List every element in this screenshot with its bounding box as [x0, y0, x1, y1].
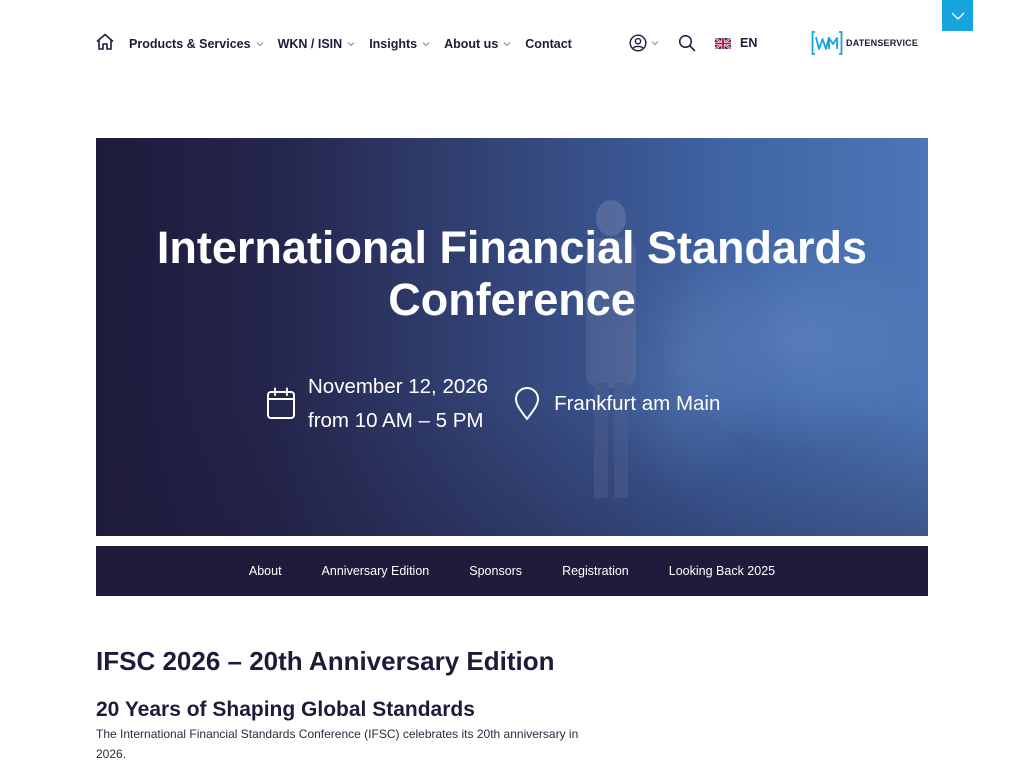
language-label: EN: [740, 36, 758, 50]
chevron-down-icon: [422, 42, 430, 47]
uk-flag-icon: [715, 37, 731, 49]
company-logo[interactable]: DATENSERVICE: [811, 30, 918, 56]
chevron-down-icon: [651, 41, 659, 46]
subnav-item-looking-back-2025[interactable]: Looking Back 2025: [669, 564, 775, 578]
nav-item-label: Contact: [525, 37, 572, 51]
scroll-down-button[interactable]: [942, 0, 973, 31]
hero-background-overlay: [96, 138, 928, 536]
chevron-down-icon: [256, 42, 263, 47]
nav-item-about-us[interactable]: About us: [444, 37, 511, 51]
hero-banner: International Financial Standards Confer…: [96, 138, 928, 536]
hero-title-line-1: International Financial Standards: [156, 222, 868, 273]
chevron-down-icon: [503, 42, 511, 47]
intro-paragraph: The International Financial Standards Co…: [96, 727, 579, 761]
language-switcher[interactable]: EN: [715, 36, 757, 50]
user-icon: [629, 34, 647, 52]
location-pin-icon: [515, 387, 540, 420]
home-icon[interactable]: [95, 32, 115, 52]
account-menu[interactable]: [629, 34, 659, 52]
nav-item-label: WKN / ISIN: [277, 37, 343, 51]
subnav-item-anniversary-edition[interactable]: Anniversary Edition: [322, 564, 430, 578]
event-date-block: November 12, 2026 from 10 AM – 5 PM: [308, 370, 488, 438]
nav-item-products-services[interactable]: Products & Services: [129, 37, 264, 51]
subnav-item-sponsors[interactable]: Sponsors: [469, 564, 522, 578]
section-subheading: 20 Years of Shaping Global Standards: [96, 698, 475, 721]
event-details: November 12, 2026 from 10 AM – 5 PM Fran…: [266, 370, 720, 438]
chevron-down-icon: [347, 42, 355, 47]
wm-logo-mark: [811, 31, 843, 55]
logo-text: DATENSERVICE: [846, 38, 919, 48]
event-subnav: About Anniversary Edition Sponsors Regis…: [96, 546, 928, 596]
hero-title-line-2: Conference: [388, 274, 636, 325]
nav-item-label: Insights: [369, 37, 418, 51]
calendar-icon: [267, 387, 295, 419]
search-icon[interactable]: [678, 34, 696, 52]
event-time: from 10 AM – 5 PM: [308, 409, 484, 432]
nav-item-contact[interactable]: Contact: [525, 37, 572, 51]
nav-item-insights[interactable]: Insights: [369, 37, 430, 51]
section-heading: IFSC 2026 – 20th Anniversary Edition: [96, 646, 555, 676]
top-navigation: Products & Services WKN / ISIN Insights …: [0, 0, 1024, 88]
chevron-down-icon: [951, 12, 964, 20]
subnav-item-registration[interactable]: Registration: [562, 564, 629, 578]
subnav-item-about[interactable]: About: [249, 564, 282, 578]
nav-item-label: Products & Services: [129, 37, 251, 51]
hero-title: International Financial Standards Confer…: [96, 222, 928, 326]
event-date: November 12, 2026: [308, 375, 489, 398]
main-menu: Products & Services WKN / ISIN Insights …: [129, 35, 586, 53]
event-location: Frankfurt am Main: [554, 392, 721, 415]
nav-item-wkn-isin[interactable]: WKN / ISIN: [278, 37, 356, 51]
nav-item-label: About us: [444, 37, 499, 51]
